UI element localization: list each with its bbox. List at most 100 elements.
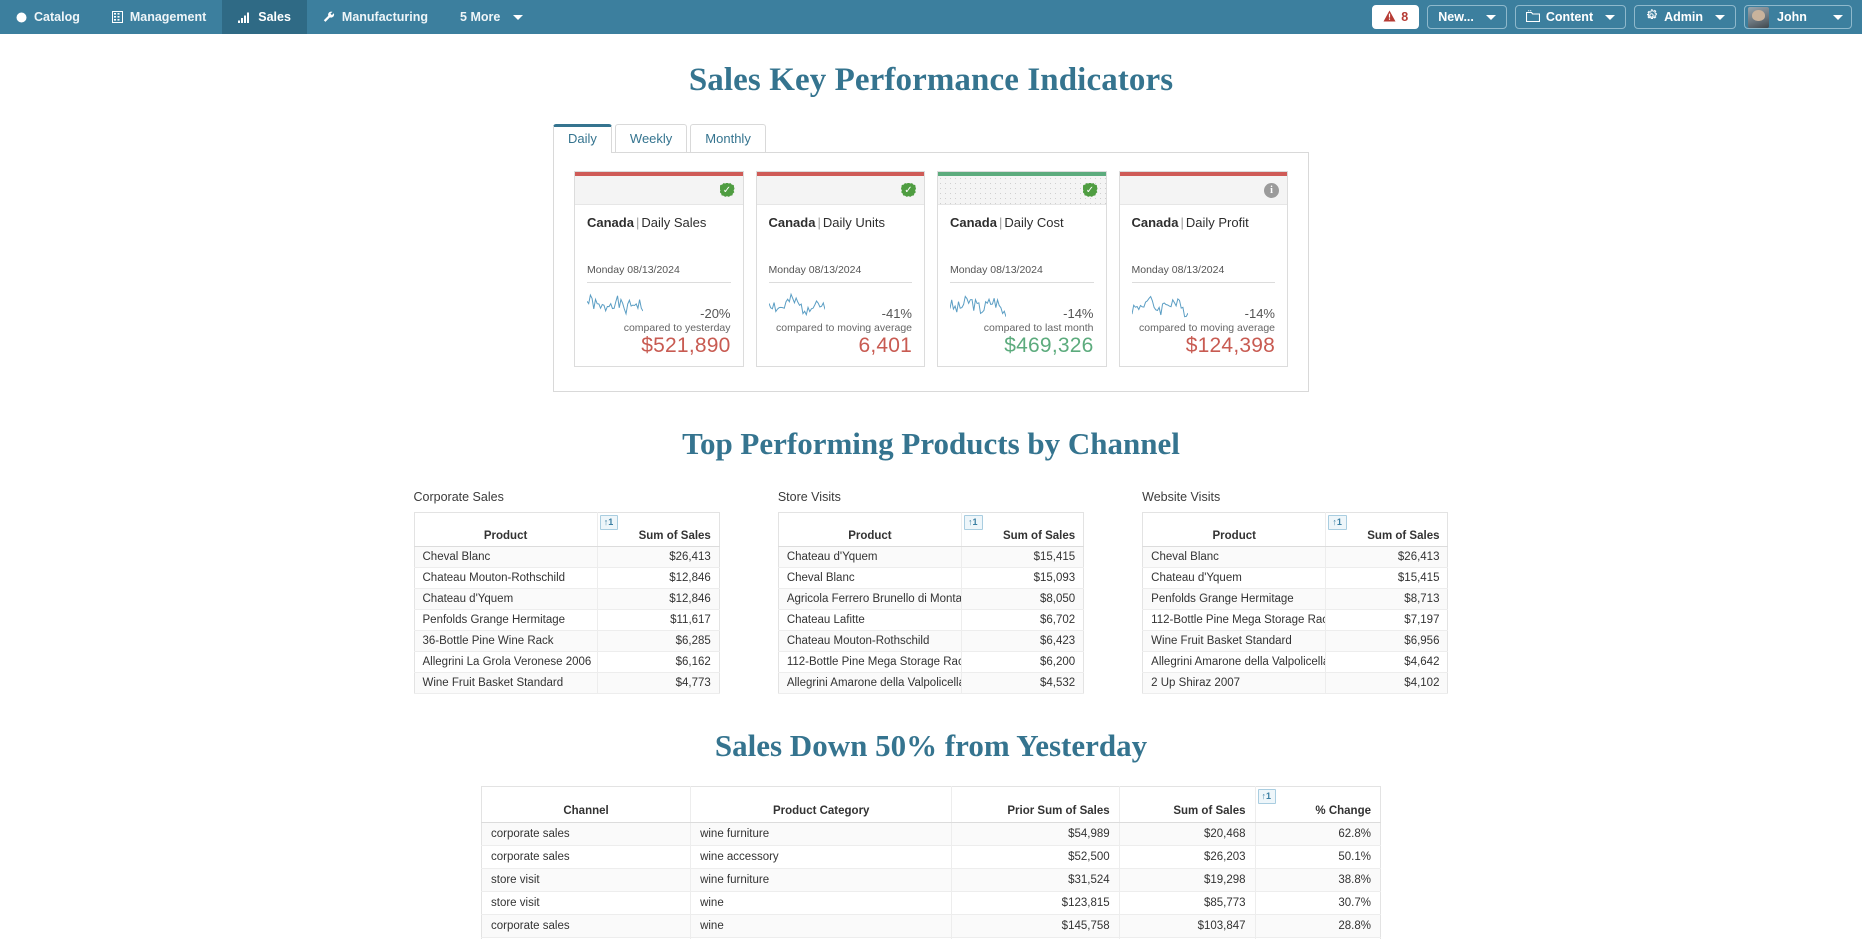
table-row[interactable]: Cheval Blanc $15,093 [778, 567, 1084, 589]
kpi-card-body: Canada | Daily Sales Monday 08/13/2024 -20% c… [575, 205, 743, 366]
table-row[interactable]: 112-Bottle Pine Mega Storage Rack $6,200 [778, 651, 1084, 673]
kpi-card-metric: Daily Profit [1185, 215, 1249, 230]
kpi-section: Daily Weekly Monthly ✓ Canada | Daily Sales… [553, 123, 1309, 392]
sort-ascending-badge[interactable]: ↑1 [964, 515, 983, 530]
table-row[interactable]: Chateau Lafitte $6,702 [778, 609, 1084, 631]
cell-prior-sum-of-sales: $123,815 [951, 891, 1120, 915]
cell-product: 2 Up Shiraz 2007 [1142, 672, 1326, 694]
cell-prior-sum-of-sales: $31,524 [951, 868, 1120, 892]
cell-pct-change: 38.8% [1254, 868, 1381, 892]
table-row[interactable]: 2 Up Shiraz 2007 $4,102 [1142, 672, 1448, 694]
cell-product: Chateau d'Yquem [414, 588, 598, 610]
page-title: Sales Key Performance Indicators [688, 62, 1174, 98]
cell-sum-of-sales: $6,956 [1325, 630, 1448, 652]
col-product[interactable]: Product [1142, 512, 1326, 547]
nav-item-catalog[interactable]: Catalog [0, 0, 96, 34]
table-row[interactable]: Penfolds Grange Hermitage $8,713 [1142, 588, 1448, 610]
col-sum-of-sales[interactable]: ↑1 Sum of Sales [1325, 512, 1448, 547]
tab-weekly[interactable]: Weekly [614, 124, 688, 153]
kpi-card-region: Canada [1131, 215, 1179, 230]
channel-table-block: Corporate Sales Product ↑1 Sum of Sales Chev… [413, 490, 720, 694]
table-row[interactable]: Wine Fruit Basket Standard $4,773 [414, 672, 720, 694]
cell-sum-of-sales: $26,413 [1325, 546, 1448, 568]
cell-product: Chateau Mouton-Rothschild [414, 567, 598, 589]
cell-sum-of-sales: $11,617 [596, 609, 720, 631]
col-sum-of-sales[interactable]: Sum of Sales [1118, 786, 1256, 823]
kpi-tab-list: Daily Weekly Monthly [553, 123, 1309, 153]
cell-product-category: wine accessory [690, 845, 952, 869]
table-row[interactable]: Allegrini Amarone della Valpolicella $4,6… [1142, 651, 1448, 673]
kpi-card-header: ✓ [938, 176, 1106, 205]
kpi-card-metric: Daily Units [822, 215, 885, 230]
table-row[interactable]: Allegrini Amarone della Valpolicella $4,5… [778, 672, 1084, 694]
cell-sum-of-sales: $8,713 [1325, 588, 1448, 610]
nav-item-more[interactable]: 5 More [444, 0, 539, 34]
table-row[interactable]: Chateau Mouton-Rothschild $12,846 [414, 567, 720, 589]
table-row[interactable]: Chateau d'Yquem $15,415 [778, 546, 1084, 568]
table-row[interactable]: Agricola Ferrero Brunello di Montalcino$… [778, 588, 1084, 610]
col-pct-change-label: % Change [1315, 805, 1371, 817]
col-product-category[interactable]: Product Category [690, 786, 952, 823]
col-product[interactable]: Product [414, 512, 598, 547]
table-row[interactable]: Chateau Mouton-Rothschild $6,423 [778, 630, 1084, 652]
new-button[interactable]: New... [1427, 5, 1507, 29]
kpi-card[interactable]: i Canada | Daily Profit Monday 08/13/2024 -14… [1118, 171, 1288, 367]
tab-monthly[interactable]: Monthly [690, 124, 766, 153]
table-row[interactable]: Chateau d'Yquem $15,415 [1142, 567, 1448, 589]
user-menu-button[interactable]: John [1744, 5, 1852, 29]
cell-pct-change: 62.8% [1254, 822, 1381, 846]
kpi-card-body: Canada | Daily Cost Monday 08/13/2024 -14% co… [938, 205, 1106, 366]
kpi-card[interactable]: ✓ Canada | Daily Cost Monday 08/13/2024 -14% c… [937, 171, 1107, 367]
nav-item-management-label: Management [129, 10, 207, 24]
sort-ascending-badge[interactable]: ↑1 [1328, 515, 1347, 530]
cell-channel: corporate sales [481, 822, 691, 846]
table-row[interactable]: corporate sales wine $145,758 $103,847 28.8% [481, 914, 1381, 938]
channel-table-block: Website Visits Product ↑1 Sum of Sales Cheva… [1142, 490, 1449, 694]
col-sum-of-sales[interactable]: ↑1 Sum of Sales [596, 512, 720, 547]
nav-item-management[interactable]: Management [96, 0, 222, 34]
col-sum-of-sales[interactable]: ↑1 Sum of Sales [961, 512, 1084, 547]
table-row[interactable]: Allegrini La Grola Veronese 2006 $6,162 [414, 651, 720, 673]
col-pct-change[interactable]: ↑1 % Change [1254, 786, 1381, 823]
table-row[interactable]: corporate sales wine accessory $52,500 $26,… [481, 845, 1381, 869]
table-row[interactable]: Cheval Blanc $26,413 [1142, 546, 1448, 568]
tab-daily[interactable]: Daily [553, 124, 612, 153]
table-row[interactable]: 36-Bottle Pine Wine Rack $6,285 [414, 630, 720, 652]
table-row[interactable]: store visit wine furniture $31,524 $19,298 3… [481, 868, 1381, 892]
sort-ascending-badge[interactable]: ↑1 [599, 515, 619, 530]
cell-prior-sum-of-sales: $52,500 [951, 845, 1120, 869]
table-header-row: Product ↑1 Sum of Sales [414, 512, 720, 547]
sparkline-chart [768, 292, 825, 317]
kpi-card[interactable]: ✓ Canada | Daily Units Monday 08/13/2024 -41%… [755, 171, 925, 367]
kpi-card-date: Monday 08/13/2024 [950, 264, 1094, 283]
kpi-card-date: Monday 08/13/2024 [587, 264, 731, 283]
table-row[interactable]: Penfolds Grange Hermitage $11,617 [414, 609, 720, 631]
alerts-button[interactable]: 8 [1372, 5, 1420, 29]
cell-product: Chateau Mouton-Rothschild [778, 630, 962, 652]
cell-product: 36-Bottle Pine Wine Rack [414, 630, 598, 652]
admin-button[interactable]: Admin [1634, 5, 1736, 29]
col-channel[interactable]: Channel [481, 786, 691, 823]
table-row[interactable]: Cheval Blanc $26,413 [414, 546, 720, 568]
cell-sum-of-sales: $19,298 [1118, 868, 1256, 892]
sort-ascending-badge[interactable]: ↑1 [1257, 789, 1277, 804]
col-prior-sum-of-sales[interactable]: Prior Sum of Sales [951, 786, 1120, 823]
table-row[interactable]: 112-Bottle Pine Mega Storage Rack $7,197 [1142, 609, 1448, 631]
col-product[interactable]: Product [778, 512, 962, 547]
nav-item-sales[interactable]: Sales [222, 0, 307, 34]
table-row[interactable]: Chateau d'Yquem $12,846 [414, 588, 720, 610]
table-row[interactable]: store visit wine $123,815 $85,773 30.7% [481, 891, 1381, 915]
kpi-card-metrics: -20% compared to yesterday $521,890 [587, 292, 731, 357]
tab-monthly-label: Monthly [705, 131, 751, 146]
cell-product-category: wine [690, 914, 952, 938]
table-row[interactable]: Wine Fruit Basket Standard $6,956 [1142, 630, 1448, 652]
cell-channel: store visit [481, 868, 691, 892]
kpi-card-value: $521,890 [641, 334, 731, 357]
bar-chart-icon [238, 12, 251, 23]
content-button[interactable]: Content [1514, 5, 1627, 29]
nav-item-manufacturing[interactable]: Manufacturing [307, 0, 444, 34]
table-row[interactable]: corporate sales wine furniture $54,989 $20,… [481, 822, 1381, 846]
kpi-card-value: $124,398 [1185, 334, 1275, 357]
kpi-card[interactable]: ✓ Canada | Daily Sales Monday 08/13/2024 -20%… [574, 171, 744, 367]
cell-prior-sum-of-sales: $145,758 [951, 914, 1120, 938]
